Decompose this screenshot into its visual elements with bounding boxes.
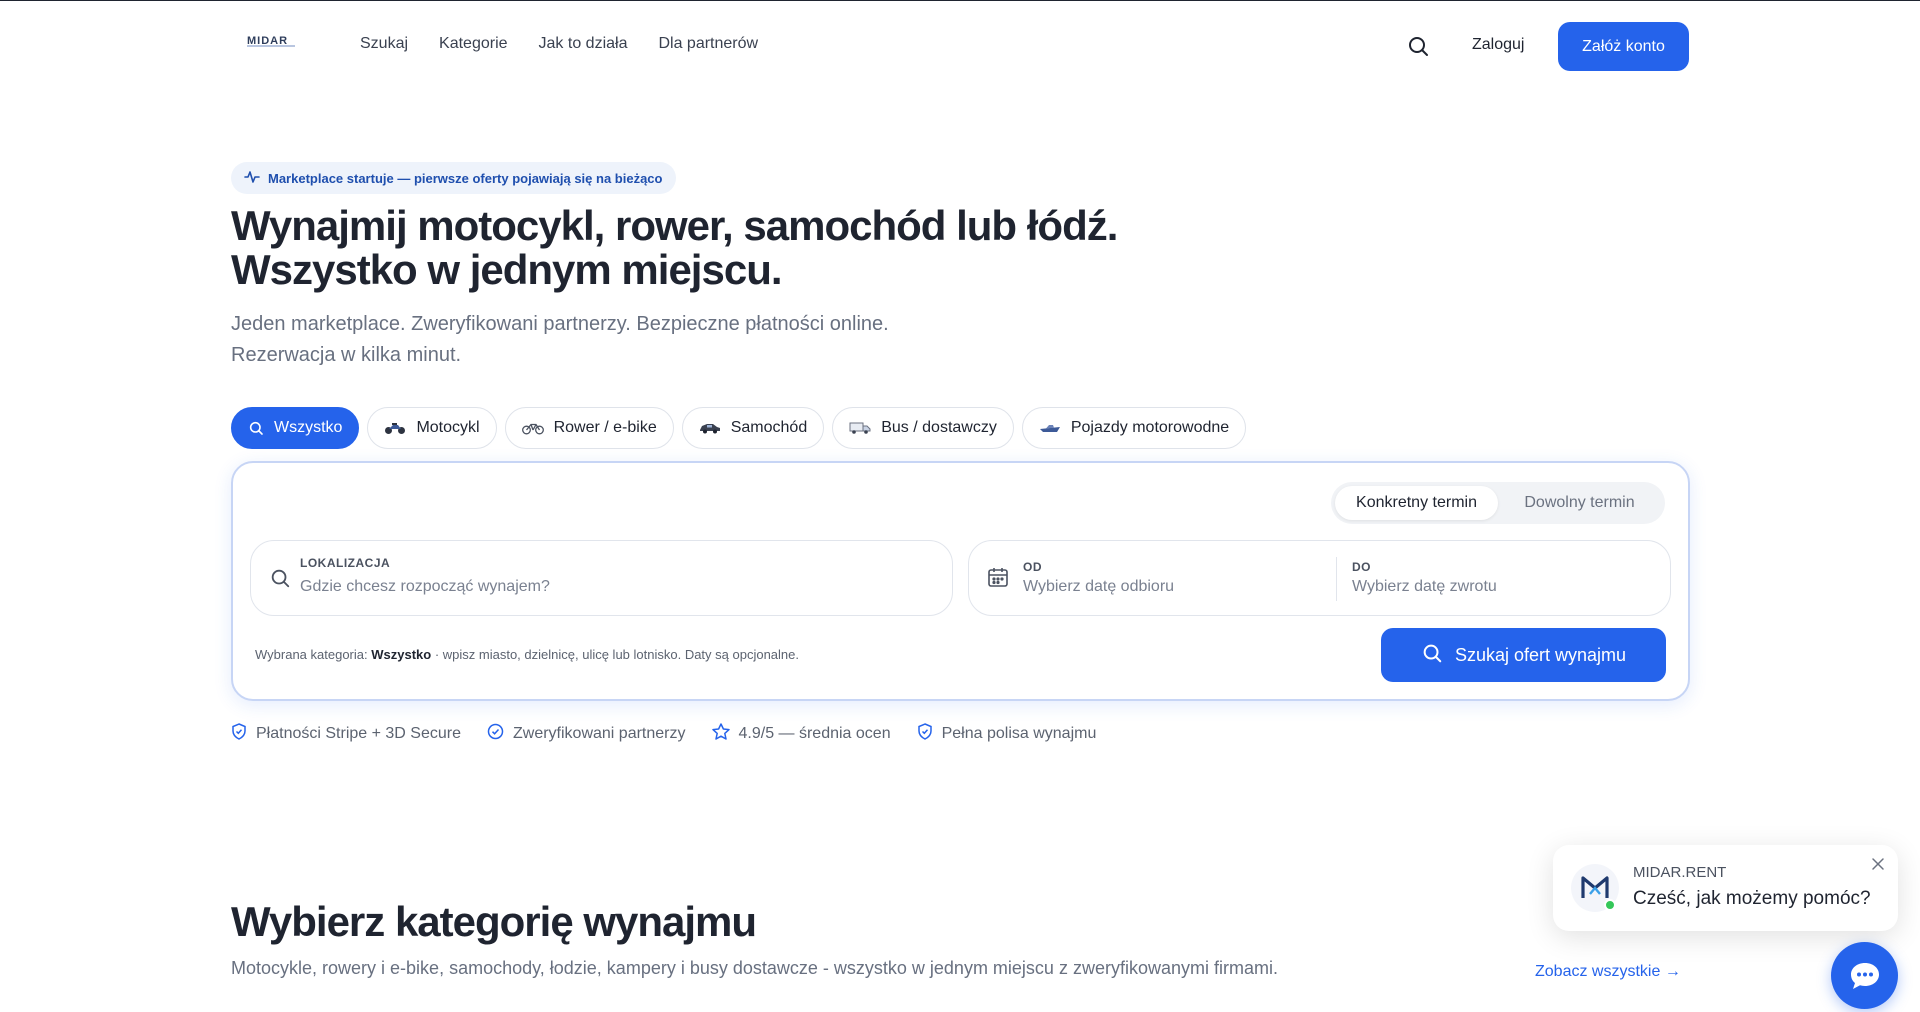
- nav-link-categories[interactable]: Kategorie: [439, 35, 508, 53]
- mode-any-date[interactable]: Dowolny termin: [1498, 486, 1661, 520]
- signup-button[interactable]: Załóż konto: [1558, 22, 1689, 71]
- star-icon: [711, 723, 730, 745]
- trust-item-payments: Płatności Stripe + 3D Secure: [231, 723, 461, 745]
- trust-item-insurance: Pełna polisa wynajmu: [917, 723, 1097, 745]
- search-icon: [1421, 642, 1443, 669]
- tab-motorcycle-label: Motocykl: [416, 419, 480, 436]
- see-all-link[interactable]: Zobacz wszystkie →: [1535, 963, 1681, 981]
- chat-icon: [1850, 962, 1879, 989]
- search-icon: [248, 420, 264, 436]
- activity-icon: [244, 170, 260, 187]
- location-label: LOKALIZACJA: [300, 556, 391, 570]
- mode-specific-date[interactable]: Konkretny termin: [1335, 486, 1498, 520]
- from-label: OD: [1023, 560, 1042, 574]
- tab-all[interactable]: Wszystko: [231, 407, 360, 449]
- return-date-input[interactable]: [1352, 578, 1642, 596]
- logo[interactable]: MIDAR: [247, 31, 295, 55]
- tab-van[interactable]: Bus / dostawczy: [832, 407, 1014, 449]
- trust-label-verified: Zweryfikowani partnerzy: [513, 725, 686, 742]
- hint-suffix: · wpisz miasto, dzielnicę, ulicę lub lot…: [434, 647, 799, 662]
- online-status-dot: [1604, 899, 1616, 911]
- hero-subtitle-line-1: Jeden marketplace. Zweryfikowani partner…: [231, 313, 889, 335]
- nav-link-search[interactable]: Szukaj: [360, 35, 408, 53]
- tab-all-label: Wszystko: [274, 419, 343, 436]
- categories-section-title: Wybierz kategorię wynajmu: [231, 898, 757, 945]
- chat-launcher-button[interactable]: [1831, 942, 1898, 1009]
- shield-icon: [917, 723, 933, 745]
- to-label: DO: [1352, 560, 1371, 574]
- top-navigation: MIDAR Szukaj Kategorie Jak to działa Dla…: [0, 1, 1920, 91]
- nav-link-partners[interactable]: Dla partnerów: [658, 35, 758, 53]
- bicycle-icon: [521, 421, 544, 435]
- trust-label-payments: Płatności Stripe + 3D Secure: [256, 725, 461, 742]
- date-divider: [1336, 557, 1337, 601]
- search-offers-button[interactable]: Szukaj ofert wynajmu: [1381, 628, 1666, 682]
- launch-badge: Marketplace startuje — pierwsze oferty p…: [231, 162, 677, 194]
- date-range-field: OD DO: [968, 540, 1671, 616]
- close-icon[interactable]: [1871, 857, 1885, 871]
- car-icon: [699, 421, 721, 435]
- categories-section-subtitle: Motocykle, rowery i e-bike, samochody, ł…: [231, 958, 1278, 978]
- search-hint: Wybrana kategoria: Wszystko · wpisz mias…: [255, 647, 799, 662]
- login-link[interactable]: Zaloguj: [1472, 36, 1524, 54]
- hero-title: Wynajmij motocykl, rower, samochód lub ł…: [231, 204, 1131, 292]
- trust-label-insurance: Pełna polisa wynajmu: [941, 725, 1097, 742]
- search-icon[interactable]: [1406, 34, 1430, 58]
- tab-car[interactable]: Samochód: [681, 407, 825, 449]
- boat-icon: [1039, 421, 1061, 435]
- search-icon: [269, 567, 291, 594]
- trust-badges: Płatności Stripe + 3D Secure Zweryfikowa…: [231, 723, 1096, 745]
- motorcycle-icon: [384, 421, 406, 435]
- search-card: Konkretny termin Dowolny termin LOKALIZA…: [231, 461, 1690, 701]
- search-offers-label: Szukaj ofert wynajmu: [1454, 644, 1627, 665]
- tab-motorcycle[interactable]: Motocykl: [367, 407, 497, 449]
- tab-watercraft-label: Pojazdy motorowodne: [1070, 419, 1230, 436]
- hero-subtitle-line-2: Rezerwacja w kilka minut.: [231, 344, 462, 366]
- chat-greeting: Cześć, jak możemy pomóc?: [1633, 888, 1871, 909]
- tab-van-label: Bus / dostawczy: [881, 419, 997, 436]
- launch-badge-text: Marketplace startuje — pierwsze oferty p…: [268, 170, 663, 186]
- hero-subtitle: Jeden marketplace. Zweryfikowani partner…: [231, 309, 1031, 371]
- location-field[interactable]: LOKALIZACJA: [250, 540, 953, 616]
- location-input[interactable]: [300, 578, 900, 596]
- pickup-date-input[interactable]: [1023, 578, 1313, 596]
- tab-bicycle[interactable]: Rower / e-bike: [504, 407, 674, 449]
- tab-bicycle-label: Rower / e-bike: [553, 419, 657, 436]
- hero-title-line-1: Wynajmij motocykl, rower, samochód lub ł…: [231, 202, 1118, 249]
- nav-links: Szukaj Kategorie Jak to działa Dla partn…: [360, 35, 758, 53]
- trust-label-rating: 4.9/5 — średnia ocen: [738, 725, 891, 742]
- van-icon: [849, 421, 871, 435]
- tab-watercraft[interactable]: Pojazdy motorowodne: [1021, 407, 1247, 449]
- chat-brand-name: MIDAR.RENT: [1633, 864, 1727, 881]
- date-mode-toggle: Konkretny termin Dowolny termin: [1331, 482, 1665, 524]
- category-tabs: Wszystko Motocykl Rower / e-bike Samochó…: [231, 407, 1247, 449]
- trust-item-rating: 4.9/5 — średnia ocen: [711, 723, 891, 745]
- tab-car-label: Samochód: [730, 419, 808, 436]
- hint-prefix: Wybrana kategoria:: [255, 647, 368, 662]
- hero-title-line-2: Wszystko w jednym miejscu.: [231, 246, 783, 293]
- hint-category: Wszystko: [371, 647, 432, 662]
- check-circle-icon: [487, 723, 504, 745]
- chat-popup[interactable]: MIDAR.RENT Cześć, jak możemy pomóc?: [1553, 845, 1898, 931]
- calendar-icon: [987, 566, 1009, 593]
- logo-underline: [247, 45, 295, 47]
- trust-item-verified: Zweryfikowani partnerzy: [487, 723, 686, 745]
- nav-link-how-it-works[interactable]: Jak to działa: [539, 35, 628, 53]
- shield-icon: [231, 723, 247, 745]
